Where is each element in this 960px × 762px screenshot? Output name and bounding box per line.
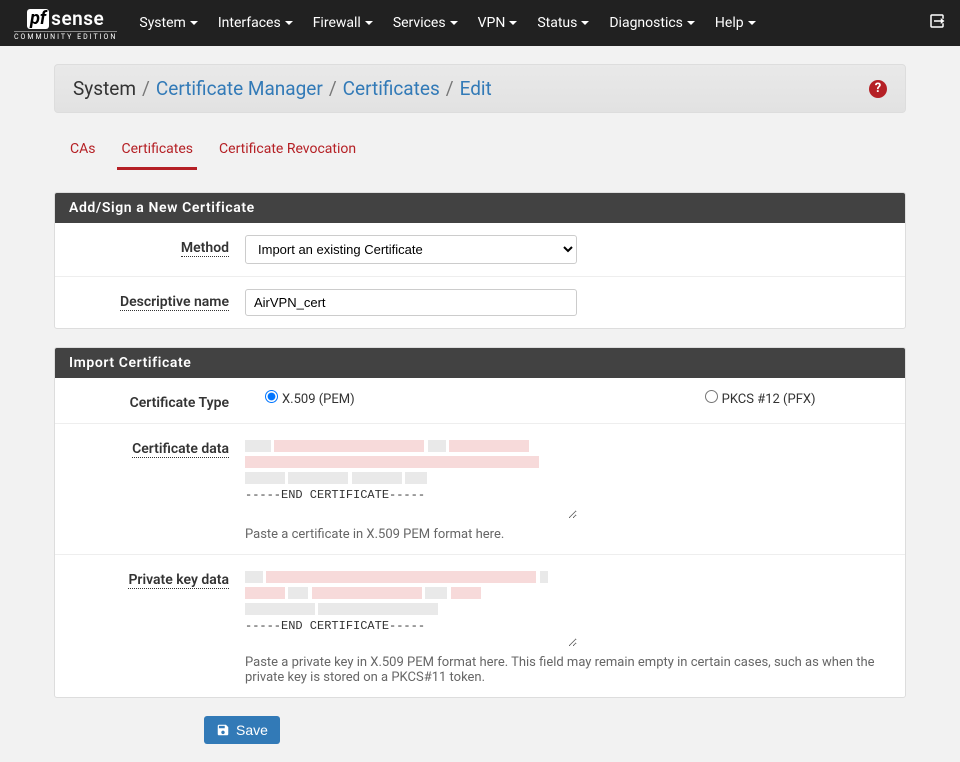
menu-firewall[interactable]: Firewall <box>303 1 383 45</box>
menu-services[interactable]: Services <box>383 1 468 45</box>
chevron-down-icon <box>365 21 373 25</box>
chevron-down-icon <box>509 21 517 25</box>
radio-pfx-label[interactable]: PKCS #12 (PFX) <box>705 390 816 407</box>
breadcrumb: System / Certificate Manager / Certifica… <box>73 77 492 100</box>
chevron-down-icon <box>687 21 695 25</box>
method-select[interactable]: Import an existing Certificate <box>245 235 577 264</box>
top-navbar: pf sense COMMUNITY EDITION System Interf… <box>0 0 960 46</box>
menu-vpn[interactable]: VPN <box>468 1 528 45</box>
chevron-down-icon <box>190 21 198 25</box>
chevron-down-icon <box>450 21 458 25</box>
method-label: Method <box>181 240 229 257</box>
menu-system[interactable]: System <box>129 1 207 45</box>
main-menu: System Interfaces Firewall Services VPN … <box>129 1 928 45</box>
cert-type-label: Certificate Type <box>130 395 229 411</box>
brand-logo[interactable]: pf sense COMMUNITY EDITION <box>14 5 117 41</box>
cert-data-help: Paste a certificate in X.509 PEM format … <box>245 527 891 542</box>
chevron-down-icon <box>285 21 293 25</box>
brand-sense: sense <box>51 7 104 30</box>
save-button[interactable]: Save <box>204 716 280 744</box>
breadcrumb-panel: System / Certificate Manager / Certifica… <box>54 64 906 113</box>
descriptive-name-input[interactable] <box>245 289 577 316</box>
cert-data-textarea[interactable]: -----END CERTIFICATE----- <box>245 436 577 519</box>
chevron-down-icon <box>581 21 589 25</box>
panel-import-cert-heading: Import Certificate <box>55 348 905 378</box>
panel-add-sign: Add/Sign a New Certificate Method Import… <box>54 192 906 329</box>
breadcrumb-root: System <box>73 77 136 100</box>
private-key-help: Paste a private key in X.509 PEM format … <box>245 655 891 685</box>
tab-revocation[interactable]: Certificate Revocation <box>215 135 360 170</box>
menu-diagnostics[interactable]: Diagnostics <box>599 1 705 45</box>
menu-interfaces[interactable]: Interfaces <box>208 1 303 45</box>
panel-add-sign-heading: Add/Sign a New Certificate <box>55 193 905 223</box>
menu-help[interactable]: Help <box>705 1 766 45</box>
tab-cas[interactable]: CAs <box>66 135 99 170</box>
private-key-textarea[interactable]: -----END CERTIFICATE----- <box>245 567 577 647</box>
breadcrumb-certificates[interactable]: Certificates <box>343 77 440 100</box>
save-icon <box>216 723 230 737</box>
tab-certificates[interactable]: Certificates <box>117 135 197 170</box>
tab-bar: CAs Certificates Certificate Revocation <box>54 135 906 170</box>
private-key-label: Private key data <box>128 572 229 589</box>
breadcrumb-cert-manager[interactable]: Certificate Manager <box>156 77 323 100</box>
radio-pem[interactable] <box>265 390 278 403</box>
descriptive-name-label: Descriptive name <box>120 294 229 311</box>
brand-subtitle: COMMUNITY EDITION <box>14 31 117 41</box>
menu-status[interactable]: Status <box>527 1 599 45</box>
logout-icon[interactable] <box>928 12 946 34</box>
help-icon[interactable]: ? <box>869 80 887 98</box>
panel-import-cert: Import Certificate Certificate Type X.50… <box>54 347 906 698</box>
radio-pfx[interactable] <box>705 390 718 403</box>
cert-data-label: Certificate data <box>132 441 229 458</box>
brand-pf: pf <box>27 9 49 29</box>
chevron-down-icon <box>748 21 756 25</box>
breadcrumb-edit[interactable]: Edit <box>460 77 492 100</box>
radio-pem-label[interactable]: X.509 (PEM) <box>265 390 355 407</box>
